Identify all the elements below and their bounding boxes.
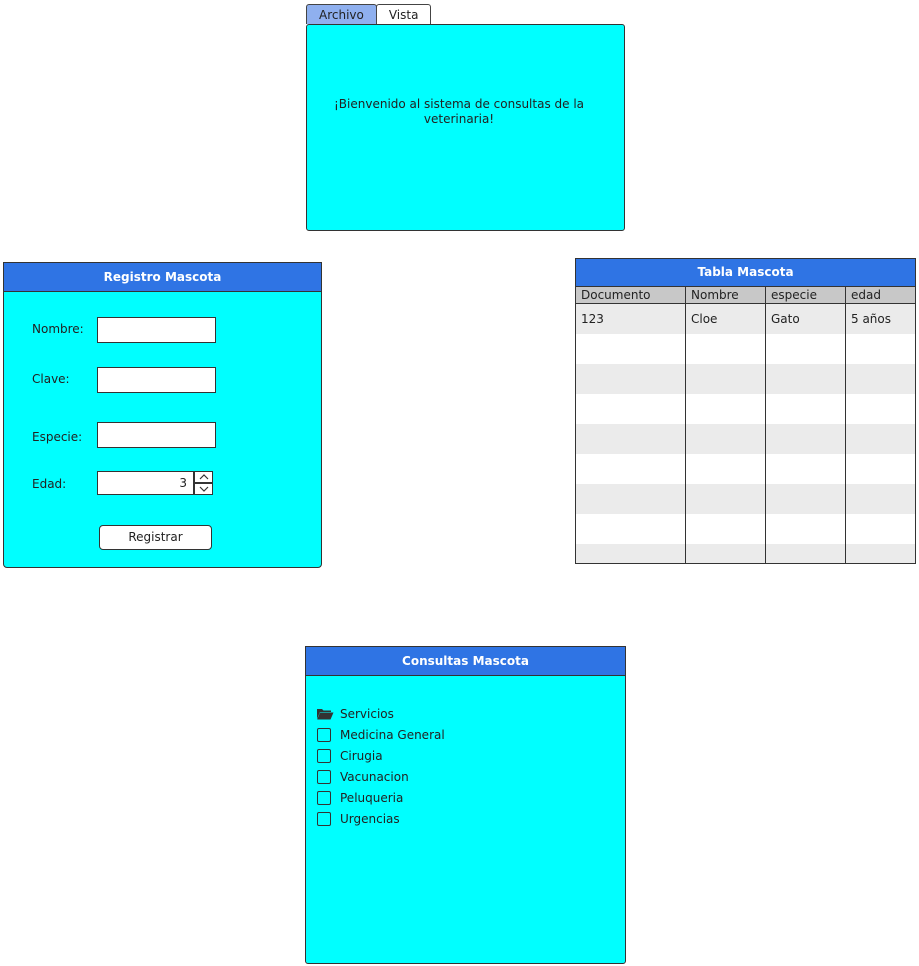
table-cell bbox=[766, 514, 846, 544]
especie-label: Especie: bbox=[32, 430, 83, 444]
table-row[interactable] bbox=[576, 484, 915, 514]
table-cell: 123 bbox=[576, 304, 686, 334]
checkbox[interactable] bbox=[317, 727, 331, 742]
nombre-label: Nombre: bbox=[32, 322, 84, 336]
tree-item-label: Servicios bbox=[340, 706, 394, 721]
especie-input[interactable] bbox=[97, 422, 216, 448]
tree-item-label: Urgencias bbox=[340, 811, 400, 826]
table-cell bbox=[766, 484, 846, 514]
tree-item-servicios[interactable]: Servicios bbox=[316, 703, 445, 724]
tab-vista[interactable]: Vista bbox=[375, 4, 432, 24]
table-cell bbox=[576, 484, 686, 514]
consultas-panel: Consultas Mascota Servicios Medicina Gen… bbox=[305, 646, 626, 964]
tree-item-peluqueria[interactable]: Peluqueria bbox=[316, 787, 445, 808]
table-row[interactable] bbox=[576, 394, 915, 424]
tree-item-vacunacion[interactable]: Vacunacion bbox=[316, 766, 445, 787]
edad-label: Edad: bbox=[32, 477, 67, 491]
checkbox[interactable] bbox=[317, 790, 331, 805]
table-cell bbox=[686, 394, 766, 424]
table-header: Documento Nombre especie edad bbox=[576, 286, 915, 304]
clave-label: Clave: bbox=[32, 372, 70, 386]
tabla-title: Tabla Mascota bbox=[576, 259, 915, 286]
table-cell bbox=[686, 454, 766, 484]
table-cell bbox=[576, 544, 686, 563]
table-cell bbox=[686, 484, 766, 514]
table-cell bbox=[686, 364, 766, 394]
welcome-panel: ¡Bienvenido al sistema de consultas de l… bbox=[306, 24, 625, 231]
stepper-up-button[interactable] bbox=[194, 471, 213, 483]
table-cell bbox=[846, 514, 915, 544]
tree-item-label: Vacunacion bbox=[340, 769, 409, 784]
table-cell bbox=[576, 364, 686, 394]
table-cell bbox=[766, 454, 846, 484]
chevron-down-icon bbox=[199, 486, 208, 492]
table-row[interactable] bbox=[576, 334, 915, 364]
table-cell bbox=[766, 544, 846, 563]
nombre-input[interactable] bbox=[97, 317, 216, 343]
table-cell bbox=[846, 454, 915, 484]
edad-stepper[interactable]: 3 bbox=[97, 471, 194, 495]
table-cell bbox=[846, 334, 915, 364]
clave-input[interactable] bbox=[97, 367, 216, 393]
table-cell bbox=[846, 364, 915, 394]
column-header-nombre[interactable]: Nombre bbox=[686, 287, 766, 303]
registro-title: Registro Mascota bbox=[4, 263, 321, 292]
table-cell bbox=[846, 484, 915, 514]
table-cell bbox=[766, 334, 846, 364]
table-cell bbox=[846, 394, 915, 424]
checkbox[interactable] bbox=[317, 811, 331, 826]
tab-archivo[interactable]: Archivo bbox=[306, 4, 377, 24]
table-cell bbox=[576, 514, 686, 544]
table-cell bbox=[766, 364, 846, 394]
table-cell bbox=[686, 544, 766, 563]
welcome-message: ¡Bienvenido al sistema de consultas de l… bbox=[333, 97, 585, 126]
registro-panel: Registro Mascota Nombre: Clave: Especie:… bbox=[3, 262, 322, 568]
tree-item-medicina-general[interactable]: Medicina General bbox=[316, 724, 445, 745]
table-cell bbox=[576, 334, 686, 364]
table-row[interactable] bbox=[576, 544, 915, 563]
tree-item-cirugia[interactable]: Cirugia bbox=[316, 745, 445, 766]
table-cell bbox=[686, 514, 766, 544]
column-header-documento[interactable]: Documento bbox=[576, 287, 686, 303]
chevron-up-icon bbox=[199, 474, 208, 480]
checkbox[interactable] bbox=[317, 769, 331, 784]
table-cell bbox=[576, 394, 686, 424]
checkbox[interactable] bbox=[317, 748, 331, 763]
table-cell bbox=[846, 544, 915, 563]
menu-tabs: Archivo Vista bbox=[306, 4, 432, 25]
table-cell bbox=[686, 334, 766, 364]
tree-item-label: Peluqueria bbox=[340, 790, 404, 805]
services-tree: Servicios Medicina General Cirugia Vacun… bbox=[316, 703, 445, 829]
stepper-down-button[interactable] bbox=[194, 483, 213, 495]
table-cell: 5 años bbox=[851, 312, 892, 326]
tabla-panel: Tabla Mascota Documento Nombre especie e… bbox=[575, 258, 916, 564]
table-row[interactable] bbox=[576, 514, 915, 544]
table-cell bbox=[686, 424, 766, 454]
table-cell bbox=[766, 394, 846, 424]
table-row[interactable] bbox=[576, 364, 915, 394]
folder-open-icon bbox=[317, 708, 334, 719]
table-row[interactable] bbox=[576, 454, 915, 484]
tree-item-label: Medicina General bbox=[340, 727, 445, 742]
table-cell bbox=[766, 424, 846, 454]
column-header-especie[interactable]: especie bbox=[766, 287, 846, 303]
table-cell bbox=[846, 424, 915, 454]
consultas-title: Consultas Mascota bbox=[306, 647, 625, 676]
table-cell bbox=[576, 454, 686, 484]
table-cell: Gato bbox=[766, 304, 846, 334]
column-header-edad[interactable]: edad bbox=[846, 287, 915, 303]
table-row[interactable]: 123 Cloe Gato 5 años bbox=[576, 304, 915, 334]
registrar-button[interactable]: Registrar bbox=[99, 525, 212, 550]
table-row[interactable] bbox=[576, 424, 915, 454]
tree-item-urgencias[interactable]: Urgencias bbox=[316, 808, 445, 829]
table-cell bbox=[576, 424, 686, 454]
tree-item-label: Cirugia bbox=[340, 748, 383, 763]
table-body: 123 Cloe Gato 5 años bbox=[576, 304, 915, 563]
table-cell: Cloe bbox=[686, 304, 766, 334]
